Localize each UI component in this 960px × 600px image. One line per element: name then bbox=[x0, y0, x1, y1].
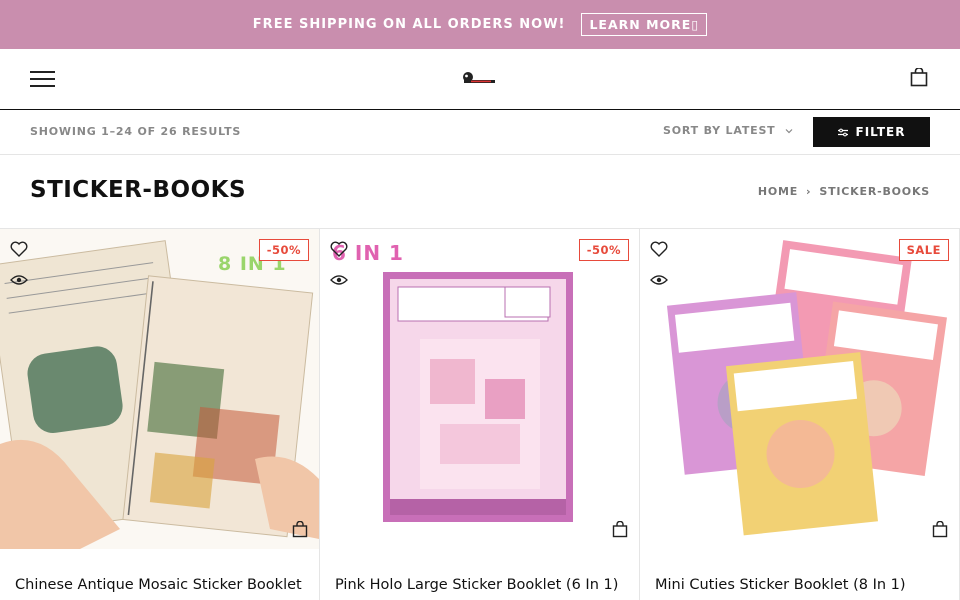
sort-dropdown[interactable]: SORT BY LATEST bbox=[663, 124, 793, 137]
filter-button[interactable]: FILTER bbox=[813, 117, 930, 147]
filter-icon bbox=[837, 128, 848, 136]
chevron-down-icon bbox=[786, 128, 793, 133]
product-name[interactable]: Mini Cuties Sticker Booklet (8 In 1) bbox=[655, 577, 906, 593]
add-to-cart-icon[interactable] bbox=[932, 521, 948, 538]
breadcrumb-current: STICKER-BOOKS bbox=[819, 185, 930, 198]
results-count: SHOWING 1–24 OF 26 RESULTS bbox=[30, 125, 242, 138]
product-card[interactable]: 8 IN 1 -50% Chinese Antique Mosaic Stick… bbox=[0, 229, 320, 600]
eye-icon[interactable] bbox=[330, 274, 348, 286]
product-name[interactable]: Pink Holo Large Sticker Booklet (6 In 1) bbox=[335, 577, 618, 593]
add-to-cart-icon[interactable] bbox=[292, 521, 308, 538]
add-to-cart-icon[interactable] bbox=[612, 521, 628, 538]
product-card[interactable]: 6 IN 1 -50% Pink Holo Large Sticker Book… bbox=[320, 229, 640, 600]
product-name[interactable]: Chinese Antique Mosaic Sticker Booklet bbox=[15, 577, 302, 593]
promo-text: FREE SHIPPING ON ALL ORDERS NOW! bbox=[252, 17, 566, 32]
heart-icon[interactable] bbox=[10, 241, 28, 257]
breadcrumb: HOME › STICKER-BOOKS bbox=[758, 185, 930, 198]
site-header bbox=[0, 49, 960, 110]
breadcrumb-separator-icon: › bbox=[806, 185, 812, 198]
hamburger-icon[interactable] bbox=[30, 70, 55, 88]
product-card[interactable]: SALE Mini Cuties Sticker Booklet (8 In 1… bbox=[640, 229, 960, 600]
product-image[interactable]: 6 IN 1 bbox=[320, 229, 639, 549]
learn-more-button[interactable]: LEARN MORE▯ bbox=[581, 13, 708, 36]
product-image[interactable]: 8 IN 1 bbox=[0, 229, 319, 549]
eye-icon[interactable] bbox=[10, 274, 28, 286]
store-logo[interactable] bbox=[462, 71, 496, 85]
discount-badge: -50% bbox=[258, 239, 309, 261]
shopping-bag-icon[interactable] bbox=[910, 68, 928, 87]
promo-bar: FREE SHIPPING ON ALL ORDERS NOW! LEARN M… bbox=[0, 0, 960, 49]
heart-icon[interactable] bbox=[650, 241, 668, 257]
breadcrumb-home[interactable]: HOME bbox=[758, 185, 798, 198]
product-image[interactable] bbox=[640, 229, 959, 549]
discount-badge: -50% bbox=[578, 239, 629, 261]
heart-icon[interactable] bbox=[330, 241, 348, 257]
filter-label: FILTER bbox=[855, 125, 906, 139]
sale-badge: SALE bbox=[898, 239, 949, 261]
eye-icon[interactable] bbox=[650, 274, 668, 286]
page-title: STICKER-BOOKS bbox=[30, 177, 247, 203]
sort-label: SORT BY LATEST bbox=[663, 124, 776, 137]
shop-toolbar: SHOWING 1–24 OF 26 RESULTS SORT BY LATES… bbox=[0, 110, 960, 155]
